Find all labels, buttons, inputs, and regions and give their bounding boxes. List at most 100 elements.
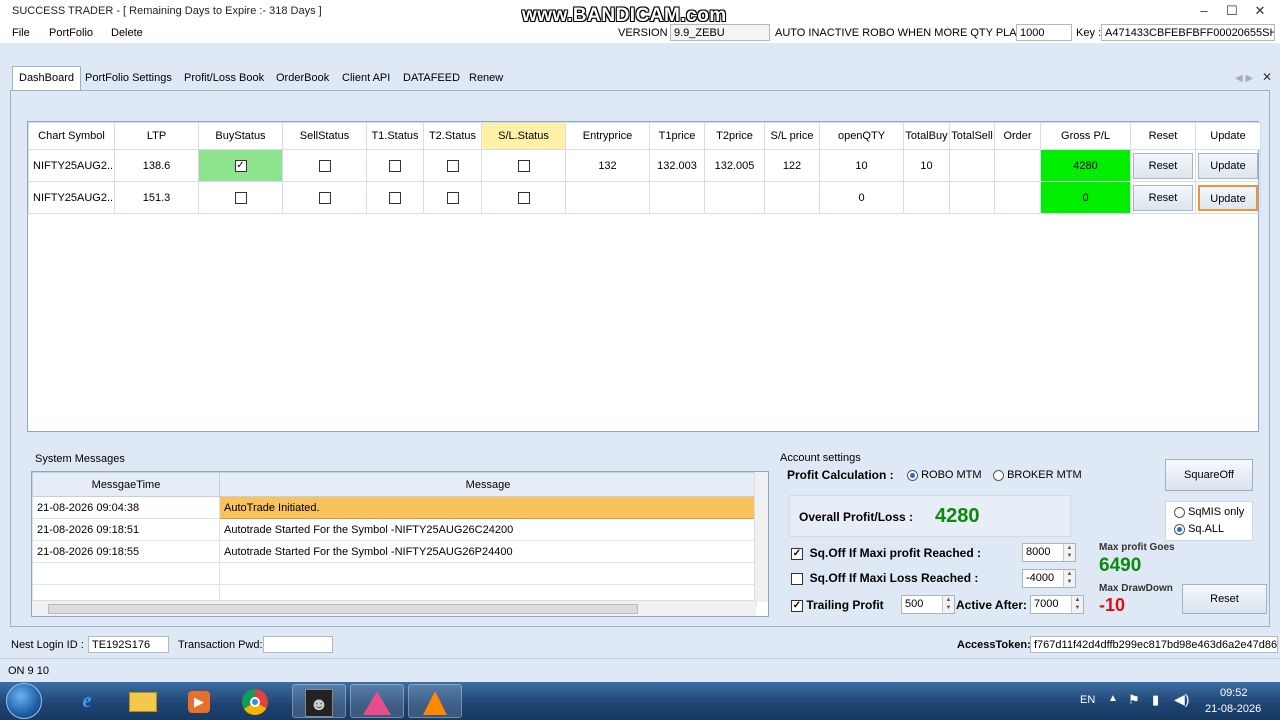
t2status-checkbox[interactable] <box>446 159 459 172</box>
file-explorer-icon[interactable] <box>118 684 168 718</box>
account-reset-button[interactable]: Reset <box>1182 584 1267 614</box>
internet-explorer-icon[interactable]: e <box>62 684 112 718</box>
tab-portfolio-settings[interactable]: PortFolio Settings <box>79 69 178 89</box>
chevron-right-icon[interactable]: ▶ <box>1245 73 1253 84</box>
trailing-input[interactable]: 500 ▲ ▼ <box>901 595 955 614</box>
minimize-icon[interactable]: – <box>1190 3 1218 19</box>
tab-orderbook[interactable]: OrderBook <box>270 69 335 89</box>
maxloss-checkbox-row[interactable]: Sq.Off If Maxi Loss Reached : <box>791 571 978 585</box>
col-chart-symbol[interactable]: Chart Symbol <box>28 122 115 150</box>
buystatus-checkbox[interactable]: ✓ <box>234 159 247 172</box>
messages-vertical-scrollbar[interactable] <box>754 472 768 602</box>
menu-portfolio[interactable]: PortFolio <box>49 27 93 39</box>
col-t2status[interactable]: T2.Status <box>423 122 482 150</box>
chevron-left-icon[interactable]: ◀ <box>1235 73 1243 84</box>
tab-dashboard[interactable]: DashBoard <box>12 66 82 90</box>
col-totalsell[interactable]: TotalSell <box>949 122 995 150</box>
col-t1price[interactable]: T1price <box>649 122 705 150</box>
radio-selected-icon[interactable] <box>1174 523 1185 535</box>
media-player-icon[interactable]: ▶ <box>174 684 224 718</box>
col-t1status[interactable]: T1.Status <box>366 122 424 150</box>
radio-icon[interactable] <box>1174 506 1185 518</box>
radio-icon[interactable] <box>993 469 1004 481</box>
flag-icon[interactable]: ⚑ <box>1128 692 1140 708</box>
col-ltp[interactable]: LTP <box>114 122 199 150</box>
maxprofit-input[interactable]: 8000 ▲ ▼ <box>1022 543 1076 562</box>
tab-client-api[interactable]: Client API <box>336 69 396 89</box>
key-field[interactable]: A471433CBFEBFBFF00020655SHL <box>1101 24 1275 41</box>
scroll-thumb[interactable] <box>48 604 638 614</box>
start-button-icon[interactable] <box>6 683 42 719</box>
auto-inactive-qty-input[interactable]: 1000 <box>1016 24 1072 41</box>
list-item[interactable]: 21-08-2026 09:18:51 Autotrade Started Fo… <box>32 518 757 541</box>
trailing-checkbox-row[interactable]: ✓ Trailing Profit <box>791 598 884 612</box>
table-row[interactable]: NIFTY25AUG2... 151.3 0 0 Reset Update <box>28 181 1261 214</box>
col-gross-pl[interactable]: Gross P/L <box>1040 122 1131 150</box>
slstatus-checkbox[interactable] <box>517 191 530 204</box>
row-update-button[interactable]: Update <box>1198 152 1258 179</box>
col-entryprice[interactable]: Entryprice <box>565 122 650 150</box>
affinity-app-icon[interactable] <box>350 684 404 718</box>
broker-mtm-option[interactable]: BROKER MTM <box>993 469 1082 481</box>
list-item[interactable]: 21-08-2026 09:18:55 Autotrade Started Fo… <box>32 540 757 563</box>
success-trader-app-icon[interactable]: ☻ <box>292 684 346 718</box>
t1status-checkbox[interactable] <box>389 159 401 172</box>
row-reset-button[interactable]: Reset <box>1133 184 1193 211</box>
sqall-option[interactable]: Sq.ALL <box>1174 523 1224 535</box>
col-message-time[interactable]: MessgaeTime <box>32 472 220 497</box>
language-indicator[interactable]: EN <box>1080 694 1095 706</box>
version-field[interactable]: 9.9_ZEBU <box>670 24 770 41</box>
close-icon[interactable]: ✕ <box>1246 3 1274 19</box>
menu-file[interactable]: File <box>12 27 30 39</box>
vlc-icon[interactable] <box>408 684 462 718</box>
t2status-checkbox[interactable] <box>446 191 459 204</box>
maxprofit-checkbox[interactable]: ✓ <box>791 547 803 560</box>
slstatus-checkbox[interactable] <box>517 159 530 172</box>
col-openqty[interactable]: openQTY <box>819 122 904 150</box>
col-order[interactable]: Order <box>994 122 1041 150</box>
radio-selected-icon[interactable] <box>907 469 918 481</box>
maxprofit-checkbox-row[interactable]: ✓ Sq.Off If Maxi profit Reached : <box>791 546 981 560</box>
maxloss-checkbox[interactable] <box>791 572 803 585</box>
col-t2price[interactable]: T2price <box>704 122 765 150</box>
col-update[interactable]: Update <box>1195 122 1261 150</box>
spinner-arrows-icon[interactable]: ▲ ▼ <box>1063 570 1075 587</box>
col-slprice[interactable]: S/L price <box>764 122 820 150</box>
tab-close-icon[interactable]: ✕ <box>1262 70 1272 84</box>
col-buystatus[interactable]: BuyStatus <box>198 122 283 150</box>
col-sellstatus[interactable]: SellStatus <box>282 122 367 150</box>
volume-icon[interactable]: ◀) <box>1174 691 1189 708</box>
row-update-button[interactable]: Update <box>1198 184 1258 211</box>
col-message[interactable]: Message <box>219 472 757 497</box>
col-totalbuy[interactable]: TotalBuy <box>903 122 950 150</box>
menu-delete[interactable]: Delete <box>111 27 143 39</box>
transaction-pwd-input[interactable] <box>263 636 333 653</box>
messages-horizontal-scrollbar[interactable] <box>32 600 756 616</box>
robo-mtm-option[interactable]: ROBO MTM <box>907 469 982 481</box>
list-item[interactable]: 21-08-2026 09:04:38 AutoTrade Initiated. <box>32 496 757 519</box>
clock-time[interactable]: 09:52 <box>1220 687 1248 699</box>
active-after-input[interactable]: 7000 ▲ ▼ <box>1030 595 1084 614</box>
sellstatus-checkbox[interactable] <box>318 159 331 172</box>
spinner-arrows-icon[interactable]: ▲ ▼ <box>942 596 954 613</box>
tab-datafeed[interactable]: DATAFEED <box>397 69 466 89</box>
clock-date[interactable]: 21-08-2026 <box>1205 703 1261 715</box>
tray-arrow-icon[interactable]: ▲ <box>1108 693 1118 704</box>
trailing-checkbox[interactable]: ✓ <box>791 599 803 612</box>
row-reset-button[interactable]: Reset <box>1133 152 1193 179</box>
spinner-arrows-icon[interactable]: ▲ ▼ <box>1071 596 1083 613</box>
buystatus-checkbox[interactable] <box>234 191 247 204</box>
table-row[interactable]: NIFTY25AUG2... 138.6 ✓ 132 132.003 132.0… <box>28 149 1261 182</box>
sellstatus-checkbox[interactable] <box>318 191 331 204</box>
tab-renew[interactable]: Renew <box>463 69 509 89</box>
battery-icon[interactable]: ▮ <box>1152 692 1159 708</box>
tab-scroll-arrows[interactable]: ◀ ▶ ✕ <box>1235 70 1272 84</box>
sqmis-option[interactable]: SqMIS only <box>1174 506 1244 518</box>
maximize-icon[interactable]: ☐ <box>1218 3 1246 19</box>
t1status-checkbox[interactable] <box>389 191 401 204</box>
squareoff-button[interactable]: SquareOff <box>1165 459 1253 491</box>
tab-profit-loss-book[interactable]: Profit/Loss Book <box>178 69 270 89</box>
access-token-input[interactable]: f767d11f42d4dffb299ec817bd98e463d6a2e47d… <box>1030 636 1278 653</box>
col-slstatus[interactable]: S/L.Status <box>481 122 566 150</box>
chrome-icon[interactable] <box>230 684 280 718</box>
